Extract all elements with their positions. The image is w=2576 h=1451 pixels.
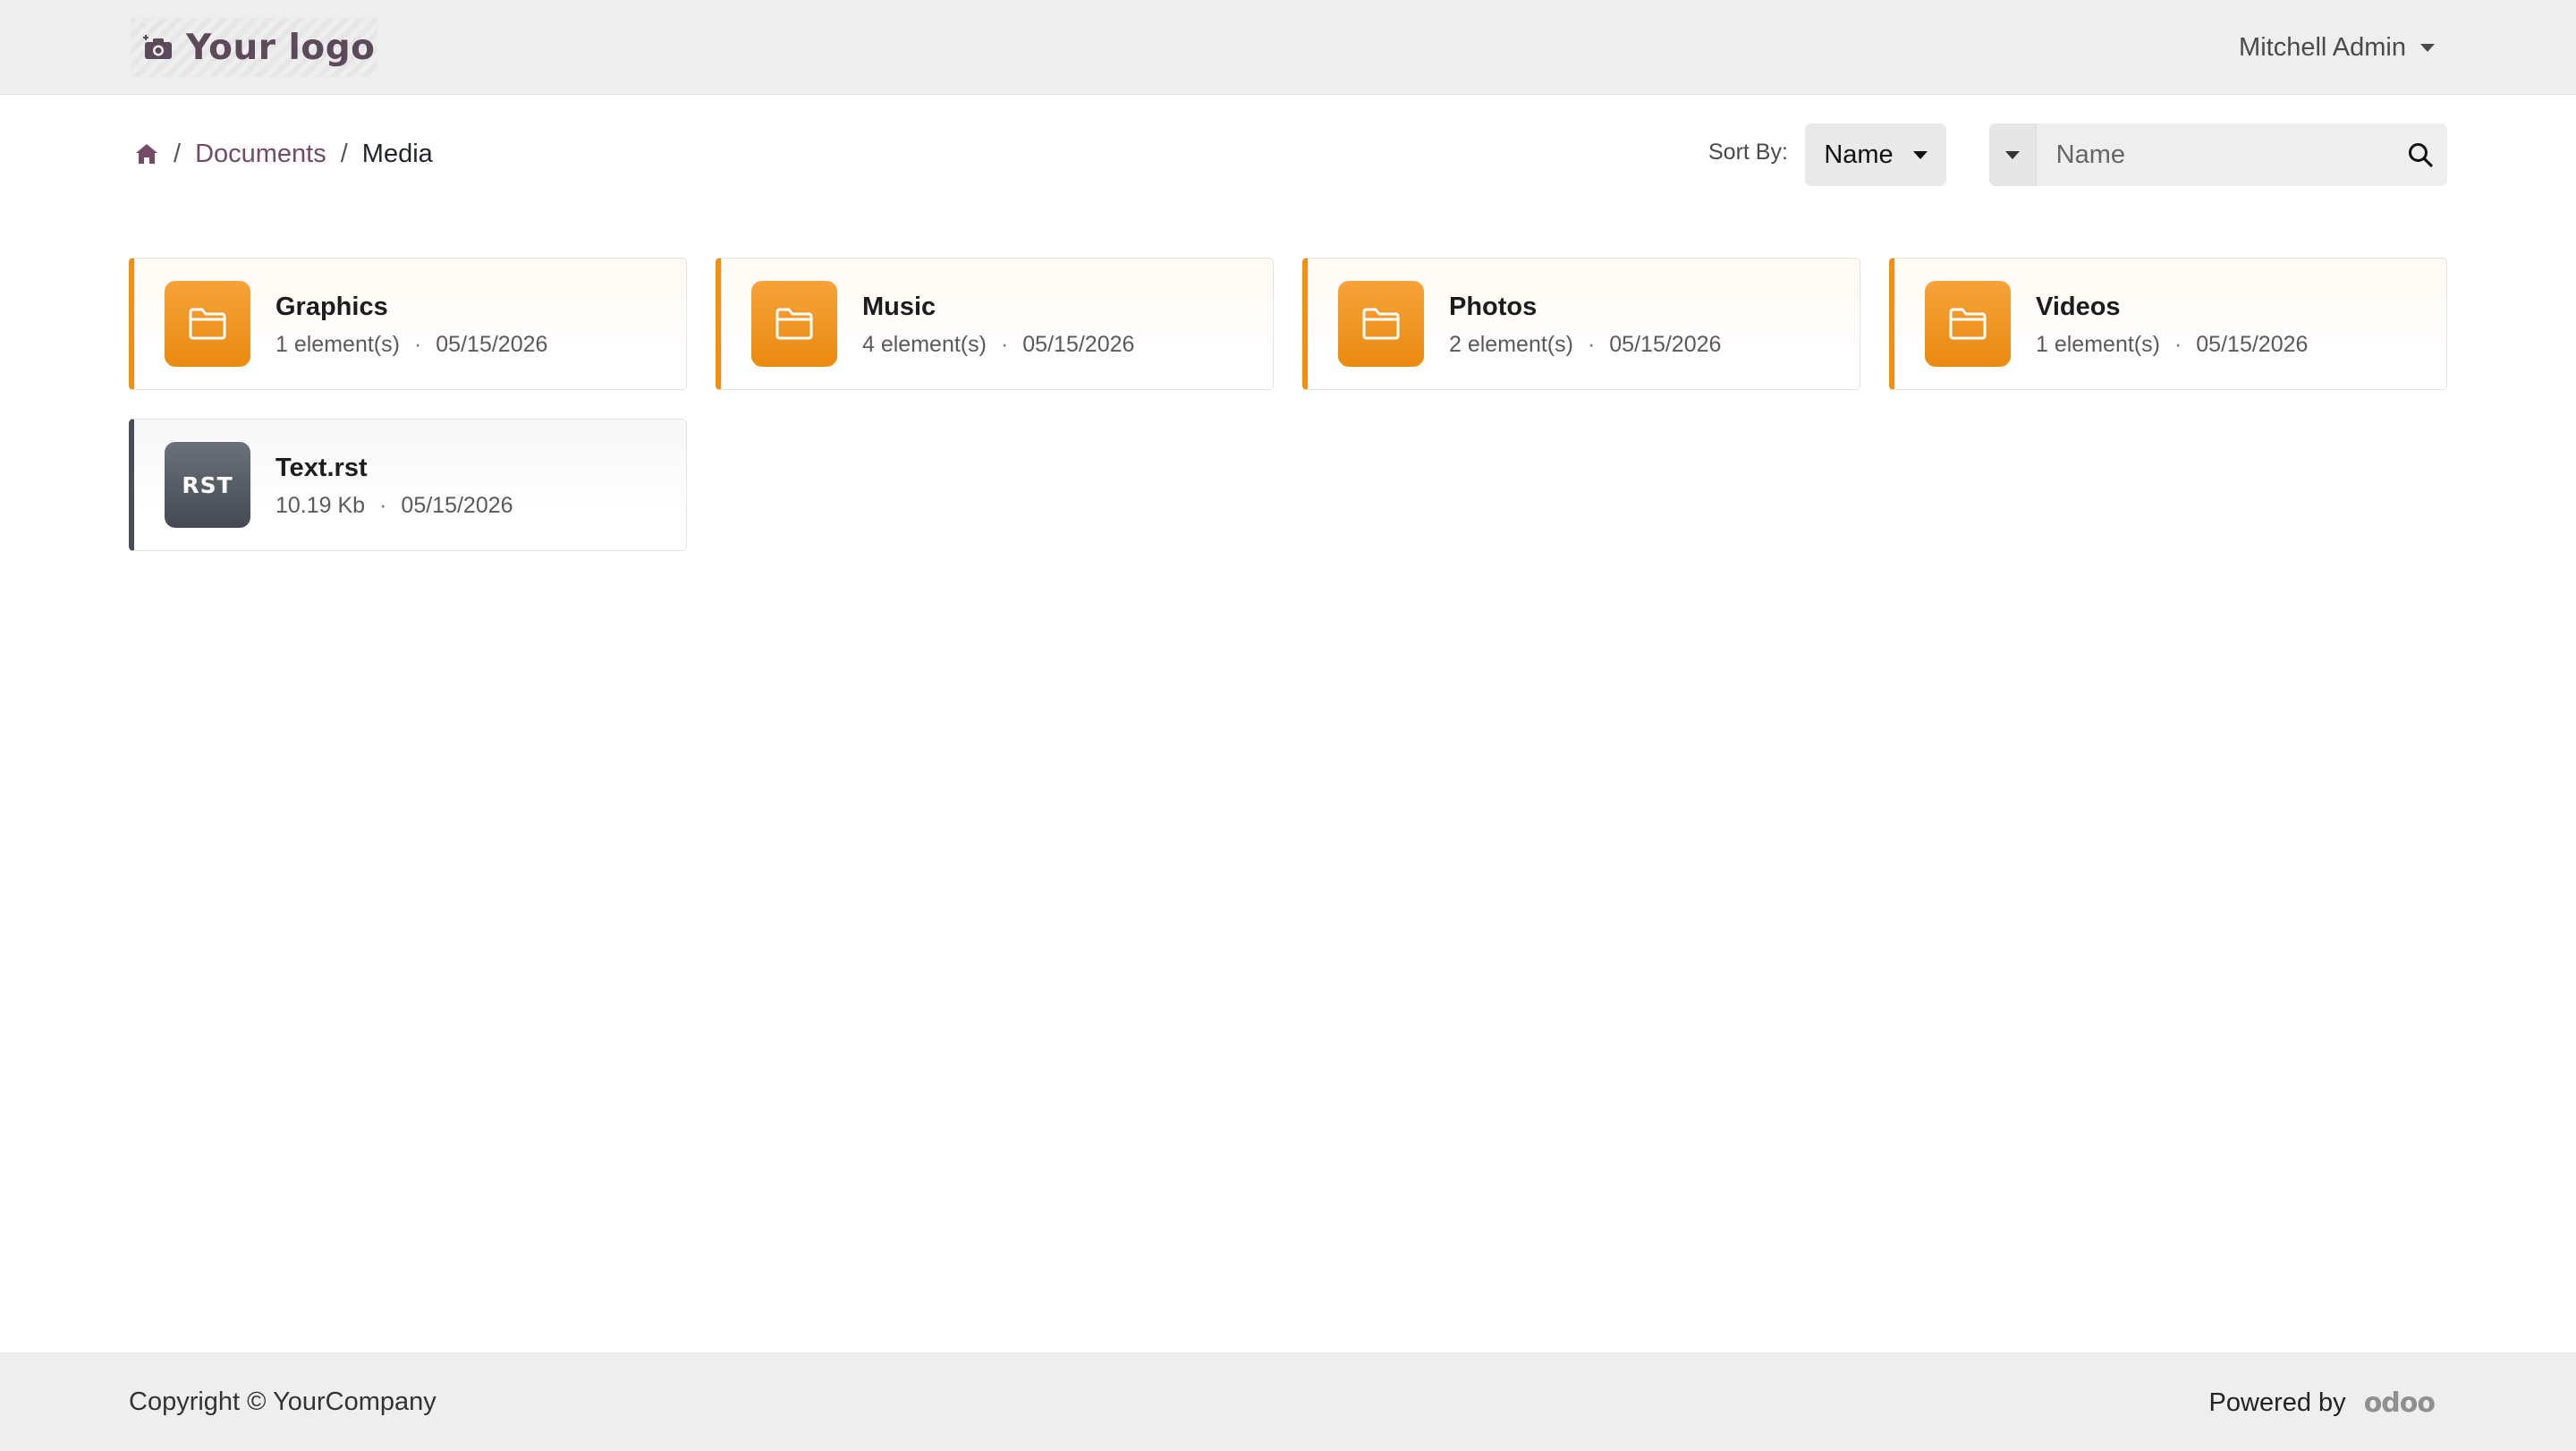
element-count: 1 element(s) bbox=[275, 332, 400, 357]
caret-down-icon bbox=[1912, 150, 1928, 159]
modified-date: 05/15/2026 bbox=[401, 493, 513, 518]
breadcrumb-separator: / bbox=[340, 139, 348, 168]
meta-separator: · bbox=[2174, 332, 2182, 357]
folder-icon bbox=[189, 308, 226, 340]
sort-by-value: Name bbox=[1824, 140, 1894, 169]
user-name: Mitchell Admin bbox=[2239, 32, 2406, 62]
folder-icon bbox=[775, 308, 813, 340]
top-navbar: Your logo Mitchell Admin bbox=[0, 0, 2576, 95]
search-icon bbox=[2408, 143, 2433, 167]
caret-down-icon bbox=[2420, 43, 2435, 52]
folder-icon bbox=[1949, 308, 1987, 340]
folder-card-music[interactable]: Music 4 element(s) · 05/15/2026 bbox=[716, 258, 1274, 390]
folder-thumbnail bbox=[751, 281, 837, 367]
home-icon[interactable] bbox=[134, 142, 159, 165]
breadcrumb-current: Media bbox=[361, 139, 433, 168]
powered-by-label: Powered by bbox=[2208, 1388, 2346, 1417]
copyright-text: Copyright © YourCompany bbox=[129, 1387, 436, 1416]
file-size: 10.19 Kb bbox=[275, 493, 366, 518]
logo-text: Your logo bbox=[186, 27, 376, 68]
meta-separator: · bbox=[413, 332, 422, 357]
meta-separator: · bbox=[1000, 332, 1009, 357]
file-type-icon: RST bbox=[182, 471, 233, 498]
search-bar bbox=[1989, 123, 2447, 186]
powered-by: Powered by odoo bbox=[2208, 1387, 2436, 1419]
folder-thumbnail bbox=[165, 281, 250, 367]
folder-icon bbox=[1362, 308, 1400, 340]
search-filter-dropdown[interactable] bbox=[1989, 123, 2037, 186]
breadcrumb-documents-link[interactable]: Documents bbox=[195, 140, 326, 169]
card-title: Graphics bbox=[275, 293, 388, 321]
breadcrumb-separator: / bbox=[174, 139, 182, 168]
card-title: Photos bbox=[1449, 293, 1538, 321]
folder-card-videos[interactable]: Videos 1 element(s) · 05/15/2026 bbox=[1889, 258, 2447, 390]
modified-date: 05/15/2026 bbox=[2196, 332, 2309, 357]
company-logo[interactable]: Your logo bbox=[131, 18, 377, 77]
folder-card-photos[interactable]: Photos 2 element(s) · 05/15/2026 bbox=[1302, 258, 1860, 390]
meta-separator: · bbox=[379, 493, 387, 518]
card-title: Videos bbox=[2036, 293, 2121, 321]
footer: Copyright © YourCompany Powered by odoo bbox=[0, 1353, 2576, 1451]
search-button[interactable] bbox=[2394, 123, 2447, 186]
user-menu-dropdown[interactable]: Mitchell Admin bbox=[2239, 29, 2435, 66]
card-meta: 4 element(s) · 05/15/2026 bbox=[862, 332, 1134, 358]
breadcrumb: / Documents / Media bbox=[134, 136, 433, 172]
modified-date: 05/15/2026 bbox=[1609, 332, 1722, 357]
card-title: Music bbox=[862, 293, 936, 321]
card-title: Text.rst bbox=[275, 454, 368, 482]
card-meta: 1 element(s) · 05/15/2026 bbox=[275, 332, 547, 358]
camera-icon bbox=[143, 35, 172, 59]
odoo-logo[interactable]: odoo bbox=[2364, 1387, 2436, 1419]
card-meta: 10.19 Kb · 05/15/2026 bbox=[275, 493, 513, 519]
element-count: 4 element(s) bbox=[862, 332, 987, 357]
folder-thumbnail bbox=[1925, 281, 2011, 367]
meta-separator: · bbox=[1587, 332, 1596, 357]
file-card-text-rst[interactable]: RST Text.rst 10.19 Kb · 05/15/2026 bbox=[129, 419, 687, 551]
modified-date: 05/15/2026 bbox=[436, 332, 548, 357]
file-thumbnail: RST bbox=[165, 442, 250, 528]
card-meta: 2 element(s) · 05/15/2026 bbox=[1449, 332, 1721, 358]
element-count: 2 element(s) bbox=[1449, 332, 1573, 357]
sort-by-dropdown[interactable]: Name bbox=[1805, 123, 1946, 186]
element-count: 1 element(s) bbox=[2036, 332, 2160, 357]
caret-down-icon bbox=[2004, 150, 2020, 159]
folder-thumbnail bbox=[1338, 281, 1424, 367]
card-meta: 1 element(s) · 05/15/2026 bbox=[2036, 332, 2308, 358]
search-input[interactable] bbox=[2036, 123, 2394, 186]
folder-card-graphics[interactable]: Graphics 1 element(s) · 05/15/2026 bbox=[129, 258, 687, 390]
sort-by-label: Sort By: bbox=[1708, 140, 1788, 165]
modified-date: 05/15/2026 bbox=[1022, 332, 1135, 357]
